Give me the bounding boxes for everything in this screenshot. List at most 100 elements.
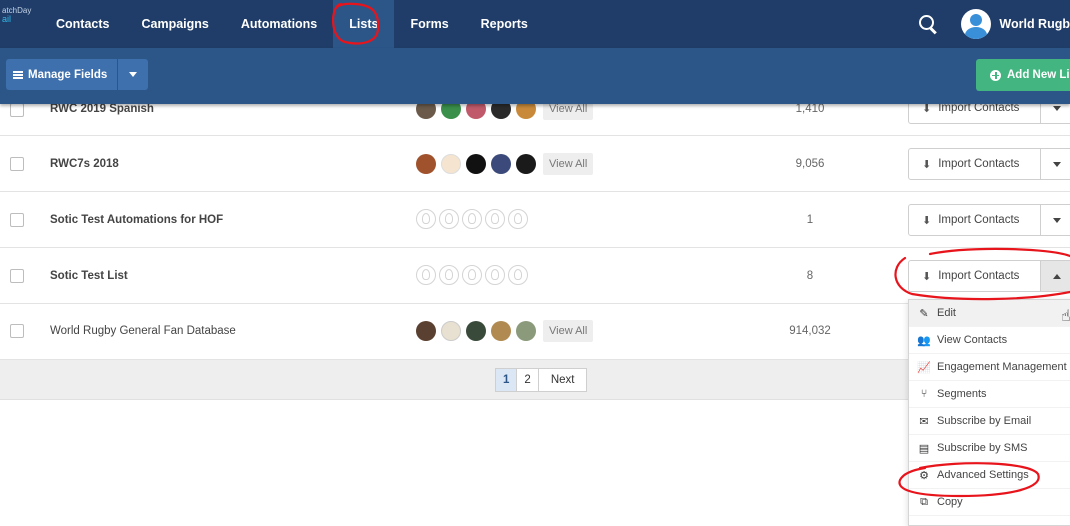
manage-fields-button[interactable]: Manage Fields [6,59,119,90]
list-name[interactable]: Sotic Test List [50,270,128,282]
contact-count: 8 [806,270,814,282]
empty-avatar-icon [462,265,482,285]
page-2-button[interactable]: 2 [516,368,539,392]
row-checkbox[interactable] [10,324,24,338]
empty-avatar-icon [485,209,505,229]
contact-avatars: View All [416,320,594,342]
manage-fields-label: Manage Fields [28,68,108,81]
empty-avatar-icon [508,209,528,229]
app-logo[interactable]: atchDay ail [0,0,40,48]
nav-right: World Rugb [917,0,1070,48]
add-new-list-button[interactable]: Add New Lis [976,59,1070,91]
lists-page: atchDay ail Contacts Campaigns Automatio… [0,0,1070,526]
contact-avatar [416,154,436,174]
table-row: Sotic Test Automations for HOF 1 ⬇ Impor… [0,192,1070,248]
chart-line-icon: 📈 [917,361,931,374]
copy-icon: ⧉ [920,495,928,508]
menu-item-label: Advanced Settings [937,469,1029,481]
menu-item-engagement-management[interactable]: 📈 Engagement Management [909,354,1070,381]
contact-avatar [491,321,511,341]
empty-avatar-icon [439,209,459,229]
row-checkbox[interactable] [10,269,24,283]
empty-avatar-icon [416,209,436,229]
menu-item-view-contacts[interactable]: 👥 View Contacts [909,327,1070,354]
branch-icon: ⑂ [920,388,928,400]
row-checkbox[interactable] [10,213,24,227]
menu-item-label: Copy [937,496,963,508]
chevron-down-icon [129,72,138,77]
caret-down-icon [1052,217,1061,223]
menu-item-label: Subscribe by SMS [937,442,1028,454]
arrow-down-icon: ⬇ [922,214,932,227]
manage-fields-button-group: Manage Fields [6,59,149,90]
row-actions-toggle[interactable] [1041,204,1070,236]
import-button-group: ⬇ Import Contacts [908,260,1070,292]
menu-item-label: Subscribe by Email [937,415,1032,427]
arrow-down-icon: ⬇ [922,158,932,171]
plus-circle-icon [990,69,1001,81]
list-icon [13,70,23,79]
contact-avatar [491,154,511,174]
menu-item-copy[interactable]: ⧉ Copy [909,489,1070,516]
nav-reports[interactable]: Reports [465,0,544,48]
list-name[interactable]: World Rugby General Fan Database [50,325,236,337]
empty-avatar-icon [462,209,482,229]
menu-item-label: Engagement Management [937,361,1067,373]
list-name[interactable]: RWC7s 2018 [50,158,119,170]
search-icon[interactable] [917,13,939,35]
user-avatar[interactable] [961,9,992,39]
menu-item-advanced-settings[interactable]: ⚙ Advanced Settings [909,462,1070,489]
next-page-button[interactable]: Next [537,368,588,392]
nav-forms[interactable]: Forms [394,0,464,48]
sms-icon: ▤ [918,442,930,455]
menu-item-label: Segments [937,388,987,400]
row-checkbox[interactable] [10,157,24,171]
row-actions-toggle[interactable] [1041,260,1070,292]
import-contacts-button[interactable]: ⬇ Import Contacts [908,260,1041,292]
contact-avatar [441,154,461,174]
empty-avatar-icon [439,265,459,285]
menu-item-edit[interactable]: ✎ Edit [909,300,1070,327]
caret-down-icon [1052,161,1061,167]
caret-up-icon [1052,273,1061,279]
view-all-button[interactable]: View All [543,320,594,342]
menu-item-segments[interactable]: ⑂ Segments [909,381,1070,408]
nav-contacts[interactable]: Contacts [40,0,125,48]
menu-item-label: View Contacts [937,334,1008,346]
contact-avatars [416,209,531,229]
empty-avatar-icon [416,265,436,285]
menu-item-label: Edit [937,307,956,319]
menu-item-subscribe-by-email[interactable]: ✉ Subscribe by Email [909,408,1070,435]
pagination: 1 2 Next [495,368,588,392]
row-actions-toggle[interactable] [1041,148,1070,180]
row-checkbox[interactable] [10,103,24,117]
import-contacts-button[interactable]: ⬇ Import Contacts [908,204,1041,236]
import-button-group: ⬇ Import Contacts [908,204,1070,236]
page-1-button[interactable]: 1 [495,368,518,392]
table-row: RWC7s 2018 View All 9,056 ⬇ Import Conta… [0,136,1070,192]
nav-lists[interactable]: Lists [333,0,395,48]
account-name[interactable]: World Rugb [999,17,1070,31]
manage-fields-dropdown-toggle[interactable] [118,59,148,90]
contact-avatar [516,321,536,341]
view-all-button[interactable]: View All [543,153,594,175]
contact-count: 914,032 [789,325,831,337]
gear-icon: ⚙ [919,469,929,482]
arrow-down-icon: ⬇ [922,270,932,283]
list-name[interactable]: RWC 2019 Spanish [50,103,154,115]
contact-avatar [466,154,486,174]
list-name[interactable]: Sotic Test Automations for HOF [50,214,223,226]
menu-item-subscribe-by-sms[interactable]: ▤ Subscribe by SMS [909,435,1070,462]
list-toolbar: Manage Fields Add New Lis [0,48,1070,104]
import-contacts-label: Import Contacts [938,270,1020,282]
hand-cursor-icon: ☝ [1061,308,1070,325]
import-contacts-button[interactable]: ⬇ Import Contacts [908,148,1041,180]
contact-avatar [516,154,536,174]
logo-line-2: ail [2,14,12,24]
empty-avatar-icon [485,265,505,285]
empty-avatar-icon [508,265,528,285]
nav-campaigns[interactable]: Campaigns [125,0,224,48]
add-new-list-label: Add New Lis [1007,69,1070,81]
nav-automations[interactable]: Automations [225,0,333,48]
import-button-group: ⬇ Import Contacts [908,148,1070,180]
